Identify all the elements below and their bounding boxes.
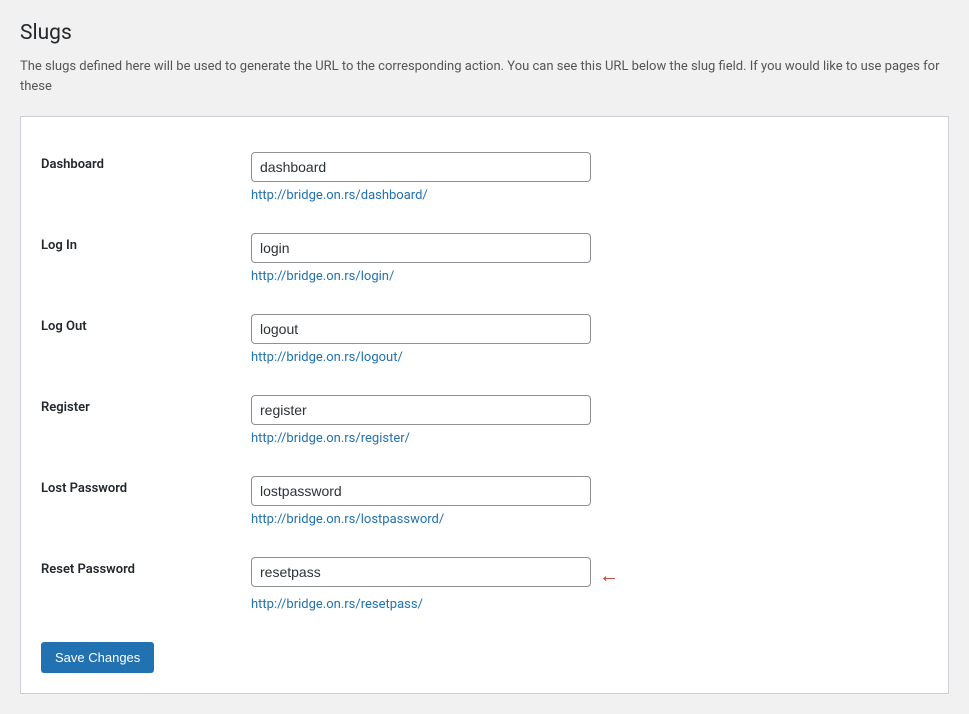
slug-input-lostpassword[interactable] [251,476,591,506]
page-description: The slugs defined here will be used to g… [20,57,949,96]
slug-input-wrapper-lostpassword: http://bridge.on.rs/lostpassword/ [251,476,928,527]
slug-url-register[interactable]: http://bridge.on.rs/register/ [251,431,928,446]
slug-input-wrapper-logout: http://bridge.on.rs/logout/ [251,314,928,365]
slug-field-cell-login: http://bridge.on.rs/login/ [241,218,928,299]
slug-input-wrapper-register: http://bridge.on.rs/register/ [251,395,928,446]
slug-row-logout: Log Out http://bridge.on.rs/logout/ [41,299,928,380]
slug-field-cell-lostpassword: http://bridge.on.rs/lostpassword/ [241,461,928,542]
slug-label-register: Register [41,380,241,461]
slug-label-lostpassword: Lost Password [41,461,241,542]
slug-row-resetpass: Reset Password ← http://bridge.on.rs/reset… [41,542,928,627]
slug-input-register[interactable] [251,395,591,425]
page-title: Slugs [20,20,949,47]
slug-url-resetpass[interactable]: http://bridge.on.rs/resetpass/ [251,597,928,612]
slug-input-wrapper-dashboard: http://bridge.on.rs/dashboard/ [251,152,928,203]
slug-row-lostpassword: Lost Password http://bridge.on.rs/lostpas… [41,461,928,542]
page-container: Slugs The slugs defined here will be use… [0,0,969,714]
slug-row-login: Log In http://bridge.on.rs/login/ [41,218,928,299]
slugs-form-table: Dashboard http://bridge.on.rs/dashboard/L… [41,137,928,627]
slug-input-dashboard[interactable] [251,152,591,182]
slug-field-cell-resetpass: ← http://bridge.on.rs/resetpass/ [241,542,928,627]
slug-label-resetpass: Reset Password [41,542,241,627]
slug-field-cell-logout: http://bridge.on.rs/logout/ [241,299,928,380]
slug-label-login: Log In [41,218,241,299]
slug-input-wrapper-resetpass: ← http://bridge.on.rs/resetpass/ [251,557,928,612]
slug-row-dashboard: Dashboard http://bridge.on.rs/dashboard/ [41,137,928,218]
arrow-indicator: ← [599,565,619,585]
slug-input-resetpass[interactable] [251,557,591,587]
slug-url-lostpassword[interactable]: http://bridge.on.rs/lostpassword/ [251,512,928,527]
slug-url-logout[interactable]: http://bridge.on.rs/logout/ [251,350,928,365]
slug-url-login[interactable]: http://bridge.on.rs/login/ [251,269,928,284]
slug-field-cell-register: http://bridge.on.rs/register/ [241,380,928,461]
slug-label-logout: Log Out [41,299,241,380]
slug-input-arrow-row-resetpass: ← [251,557,928,593]
slug-input-login[interactable] [251,233,591,263]
slug-input-logout[interactable] [251,314,591,344]
slug-row-register: Register http://bridge.on.rs/register/ [41,380,928,461]
slug-field-cell-dashboard: http://bridge.on.rs/dashboard/ [241,137,928,218]
slug-url-dashboard[interactable]: http://bridge.on.rs/dashboard/ [251,188,928,203]
slug-label-dashboard: Dashboard [41,137,241,218]
content-area: Dashboard http://bridge.on.rs/dashboard/L… [20,116,949,694]
slug-input-wrapper-login: http://bridge.on.rs/login/ [251,233,928,284]
save-changes-button[interactable]: Save Changes [41,642,154,673]
